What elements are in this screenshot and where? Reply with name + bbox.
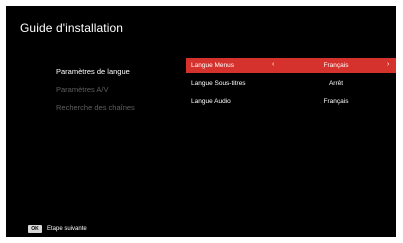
setting-value: Français xyxy=(323,98,349,105)
setting-label: Langue Audio xyxy=(191,98,231,105)
setting-value: Arrêt xyxy=(328,80,344,87)
page-title: Guide d'installation xyxy=(20,21,124,35)
chevron-right-icon[interactable]: › xyxy=(387,61,389,69)
menu-item-av-settings: Paramètres A/V xyxy=(56,85,109,94)
next-step-label: Etape suivante xyxy=(47,226,87,232)
setting-row-subtitle-language[interactable]: Langue Sous-titres Arrêt xyxy=(186,76,396,91)
setting-row-audio-language[interactable]: Langue Audio Français xyxy=(186,94,396,109)
chevron-left-icon[interactable]: ‹ xyxy=(272,61,274,69)
ok-key-icon[interactable]: OK xyxy=(28,225,42,233)
setting-label: Langue Menus xyxy=(191,62,235,69)
menu-item-language-settings[interactable]: Paramètres de langue xyxy=(56,67,130,76)
menu-item-channel-search: Recherche des chaînes xyxy=(56,103,135,112)
setting-label: Langue Sous-titres xyxy=(191,80,246,87)
setting-row-menu-language[interactable]: Langue Menus ‹ Français › xyxy=(186,58,396,73)
tv-screen: Guide d'installation Paramètres de langu… xyxy=(6,6,396,237)
setting-value: Français xyxy=(323,62,349,69)
